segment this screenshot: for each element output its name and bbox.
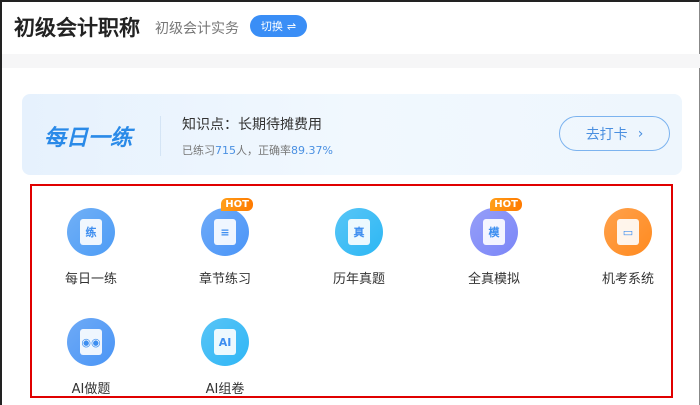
check-in-label: 去打卡 (585, 126, 628, 143)
icon-glyph: 模 (483, 219, 505, 245)
tool-label: AI做题 (71, 382, 111, 397)
practice-stats: 已练习715人，正确率89.37% (182, 142, 333, 158)
accuracy-rate: 89.37% (291, 144, 333, 157)
icon-glyph: ◉◉ (80, 329, 102, 355)
tool-computer-exam[interactable]: ▭ 机考系统 (573, 208, 683, 287)
robot-icon: ◉◉ (67, 318, 115, 366)
daily-practice-logo: 每日一练 (44, 126, 133, 151)
tool-ai-paper[interactable]: AI AI组卷 (170, 318, 280, 397)
page-title: 初级会计职称 (14, 16, 140, 40)
tool-label: 章节练习 (198, 272, 251, 287)
icon-glyph: 练 (80, 219, 102, 245)
document-icon: ≡ HOT (201, 198, 253, 256)
daily-practice-card: 每日一练 知识点：长期待摊费用 已练习715人，正确率89.37% 去打卡 › (22, 94, 682, 175)
mock-book-icon: 模 HOT (470, 198, 522, 256)
switch-button[interactable]: 切换 ⇌ (250, 15, 307, 37)
tools-grid: 练每日一练 ≡ HOT 章节练习真历年真题模 HOT 全真模拟 ▭ 机考系统 ◉◉ AI做题 AI A… (30, 184, 673, 398)
tool-ai-practice[interactable]: ◉◉ AI做题 (36, 318, 146, 397)
practice-book-icon: 练 (67, 208, 115, 256)
ai-book-icon: AI (201, 318, 249, 366)
stats-prefix: 已练习 (182, 144, 215, 157)
icon-glyph: ▭ (617, 219, 639, 245)
subject-name: 初级会计实务 (155, 21, 239, 37)
icon-glyph: AI (214, 329, 236, 355)
tool-past-exams[interactable]: 真历年真题 (304, 208, 414, 287)
exam-book-icon: 真 (335, 208, 383, 256)
tool-label: AI组卷 (205, 382, 245, 397)
hot-badge: HOT (490, 198, 522, 211)
tool-chapter-practice[interactable]: ≡ HOT 章节练习 (170, 198, 280, 287)
practice-count: 715 (215, 144, 236, 157)
hot-badge: HOT (221, 198, 253, 211)
section-separator (2, 54, 700, 68)
tool-label: 每日一练 (64, 272, 117, 287)
divider (160, 116, 161, 156)
chevron-right-icon: › (637, 125, 644, 142)
icon-glyph: 真 (348, 219, 370, 245)
knowledge-point: 知识点：长期待摊费用 (182, 117, 322, 133)
tool-label: 机考系统 (601, 272, 654, 287)
monitor-icon: ▭ (604, 208, 652, 256)
header: 初级会计职称 初级会计实务 切换 ⇌ (2, 2, 700, 52)
icon-glyph: ≡ (214, 219, 236, 245)
switch-label: 切换 (260, 20, 283, 33)
check-in-button[interactable]: 去打卡 › (559, 116, 670, 151)
swap-icon: ⇌ (286, 19, 297, 33)
tool-label: 历年真题 (332, 272, 385, 287)
stats-mid: 人，正确率 (236, 144, 291, 157)
tool-label: 全真模拟 (467, 272, 520, 287)
tool-mock-exam[interactable]: 模 HOT 全真模拟 (439, 198, 549, 287)
tool-daily-practice[interactable]: 练每日一练 (36, 208, 146, 287)
